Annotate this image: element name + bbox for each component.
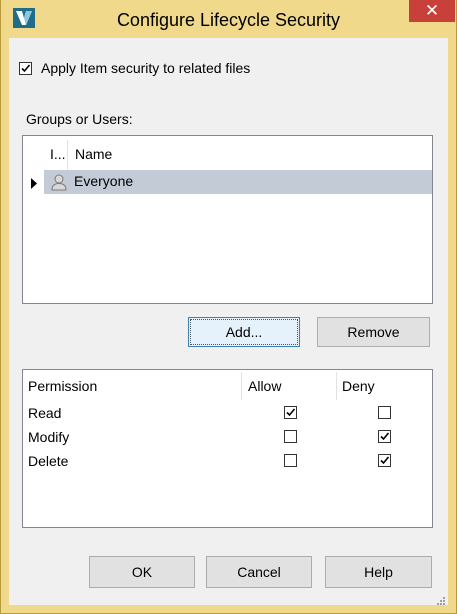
add-button[interactable]: Add... xyxy=(188,317,300,347)
modify-allow-checkbox[interactable] xyxy=(284,430,297,443)
column-header-icon[interactable]: I... xyxy=(50,146,66,162)
column-header-permission[interactable]: Permission xyxy=(28,378,97,394)
checkmark-icon xyxy=(21,64,31,73)
title-bar[interactable]: Configure Lifecycle Security ✕ xyxy=(1,0,456,38)
column-header-allow[interactable]: Allow xyxy=(248,378,281,394)
groups-users-label: Groups or Users: xyxy=(26,111,133,127)
close-button[interactable]: ✕ xyxy=(409,0,455,22)
checkmark-icon xyxy=(380,456,390,465)
remove-button[interactable]: Remove xyxy=(317,317,430,347)
window-title: Configure Lifecycle Security xyxy=(116,10,341,30)
list-item-name: Everyone xyxy=(74,173,134,189)
dialog-body: Apply Item security to related files Gro… xyxy=(9,38,448,605)
groups-users-list[interactable]: I... Name Everyone xyxy=(22,135,433,304)
apply-security-checkbox[interactable] xyxy=(19,62,32,75)
column-divider xyxy=(241,372,242,400)
ok-button[interactable]: OK xyxy=(89,556,195,588)
close-icon: ✕ xyxy=(424,1,440,20)
apply-security-label[interactable]: Apply Item security to related files xyxy=(41,60,250,76)
dialog-window: Configure Lifecycle Security ✕ Apply Ite… xyxy=(0,0,457,614)
permissions-table[interactable]: Permission Allow Deny Read Modify Delete xyxy=(22,369,433,528)
permission-delete-label: Delete xyxy=(28,453,69,469)
delete-deny-checkbox[interactable] xyxy=(378,454,391,467)
modify-deny-checkbox[interactable] xyxy=(378,430,391,443)
column-divider xyxy=(67,140,68,172)
permission-read-label: Read xyxy=(28,405,62,421)
help-button[interactable]: Help xyxy=(325,556,432,588)
add-button-label: Add... xyxy=(225,324,263,340)
read-allow-checkbox[interactable] xyxy=(284,406,297,419)
column-header-name[interactable]: Name xyxy=(75,146,112,162)
user-icon xyxy=(50,173,68,194)
resize-grip-icon[interactable] xyxy=(435,592,445,605)
current-row-arrow-icon xyxy=(30,176,38,192)
delete-allow-checkbox[interactable] xyxy=(284,454,297,467)
cancel-button[interactable]: Cancel xyxy=(206,556,312,588)
permission-modify-label: Modify xyxy=(28,429,70,445)
checkmark-icon xyxy=(286,408,296,417)
column-header-deny[interactable]: Deny xyxy=(342,378,375,394)
column-divider xyxy=(336,372,337,400)
read-deny-checkbox[interactable] xyxy=(378,406,391,419)
checkmark-icon xyxy=(380,432,390,441)
